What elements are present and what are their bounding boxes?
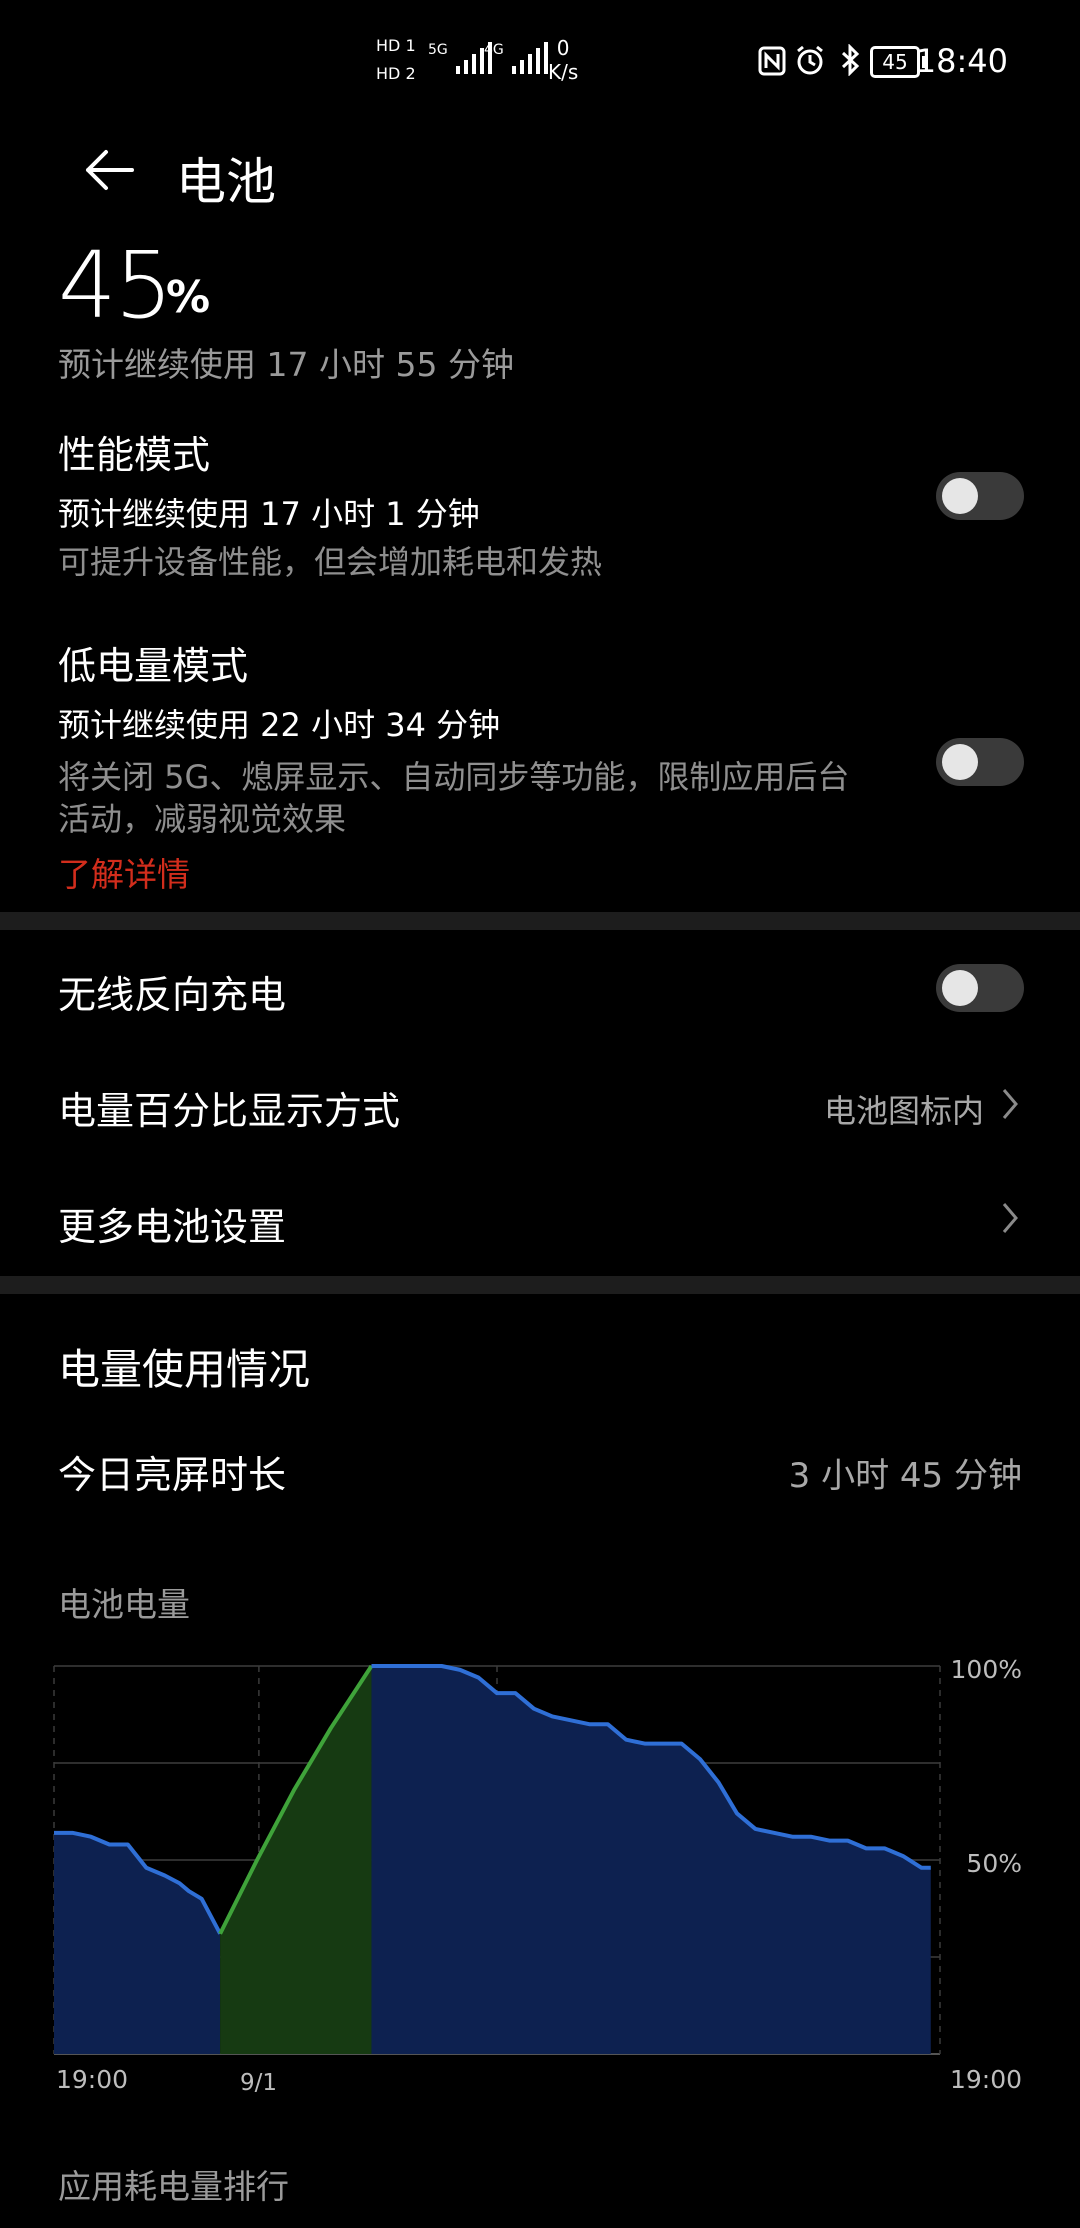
usage-title: 电量使用情况 (58, 1345, 311, 1394)
net2-label: 4G (484, 42, 504, 58)
more-battery-settings-label[interactable]: 更多电池设置 (58, 1196, 286, 1251)
low-power-mode-desc-line1: 将关闭 5G、熄屏显示、自动同步等功能，限制应用后台 (58, 758, 850, 796)
app-ranking-title: 应用耗电量排行 (58, 2167, 289, 2206)
alarm-icon (797, 45, 823, 75)
battery-level-badge: 45 (870, 46, 920, 78)
signal-4g: 4G (484, 42, 549, 76)
performance-mode-toggle[interactable] (936, 472, 1024, 520)
chevron-right-icon[interactable] (998, 1198, 1022, 1238)
series-area-2 (371, 1666, 931, 2054)
battery-percent: 45 (58, 232, 173, 339)
battery-level-chart: 100% 50% 19:00 9/1 19:00 (53, 1655, 1022, 2096)
x-tick-label-start: 19:00 (56, 2065, 128, 2094)
y-tick-label-100: 100% (951, 1655, 1022, 1684)
section-divider (0, 1276, 1080, 1294)
low-power-mode-estimate: 预计继续使用 22 小时 34 分钟 (58, 706, 501, 744)
battery-estimate: 预计继续使用 17 小时 55 分钟 (58, 345, 514, 384)
battery-percent-unit: % (166, 272, 211, 323)
x-tick-label-end: 19:00 (950, 2065, 1022, 2094)
screen-time-value: 3 小时 45 分钟 (788, 1456, 1022, 1496)
toggle-knob (942, 970, 978, 1006)
page-title: 电池 (176, 153, 276, 211)
performance-mode-estimate: 预计继续使用 17 小时 1 分钟 (58, 495, 480, 533)
series-area-0 (54, 1832, 221, 2054)
sim-indicators: HD 1 HD 2 (376, 36, 416, 84)
learn-more-link[interactable]: 了解详情 (58, 848, 190, 896)
percent-display-value[interactable]: 电池图标内 (824, 1086, 984, 1132)
net1-label: 5G (428, 42, 448, 58)
net-speed-value: 0 (556, 36, 570, 60)
performance-mode-section[interactable]: 性能模式 预计继续使用 17 小时 1 分钟 可提升设备性能，但会增加耗电和发热 (58, 424, 908, 583)
chart-title: 电池电量 (58, 1585, 190, 1624)
sim2-label: HD 2 (376, 64, 416, 83)
low-power-mode-desc-line2: 活动，减弱视觉效果 (58, 800, 347, 838)
y-tick-label-50: 50% (966, 1849, 1022, 1878)
section-divider (0, 912, 1080, 930)
low-power-mode-toggle[interactable] (936, 738, 1024, 786)
back-arrow-icon[interactable] (80, 140, 140, 200)
performance-mode-desc: 可提升设备性能，但会增加耗电和发热 (58, 543, 603, 581)
chevron-right-icon[interactable] (998, 1084, 1022, 1124)
nfc-icon (758, 46, 786, 76)
wireless-reverse-charging-toggle[interactable] (936, 964, 1024, 1012)
percent-display-label[interactable]: 电量百分比显示方式 (58, 1080, 400, 1135)
low-power-mode-title: 低电量模式 (58, 644, 249, 688)
signal-bars-icon (512, 42, 549, 74)
screen-time-label: 今日亮屏时长 (58, 1453, 287, 1497)
bluetooth-icon (841, 44, 860, 76)
toggle-knob (942, 744, 978, 780)
x-tick-label-day: 9/1 (240, 2070, 277, 2096)
net-speed: 0 K/s (548, 36, 578, 84)
signal-5g: 5G (428, 42, 493, 76)
low-power-mode-section[interactable]: 低电量模式 预计继续使用 22 小时 34 分钟 将关闭 5G、熄屏显示、自动同… (58, 635, 918, 840)
status-bar: HD 1 HD 2 5G 4G 0 K/s 45 18:40 (0, 0, 1080, 120)
toggle-knob (942, 478, 978, 514)
wireless-reverse-charging-label[interactable]: 无线反向充电 (58, 964, 286, 1019)
sim1-label: HD 1 (376, 36, 416, 55)
status-time: 18:40 (915, 42, 1008, 80)
net-speed-unit: K/s (548, 60, 579, 84)
performance-mode-title: 性能模式 (58, 433, 211, 477)
